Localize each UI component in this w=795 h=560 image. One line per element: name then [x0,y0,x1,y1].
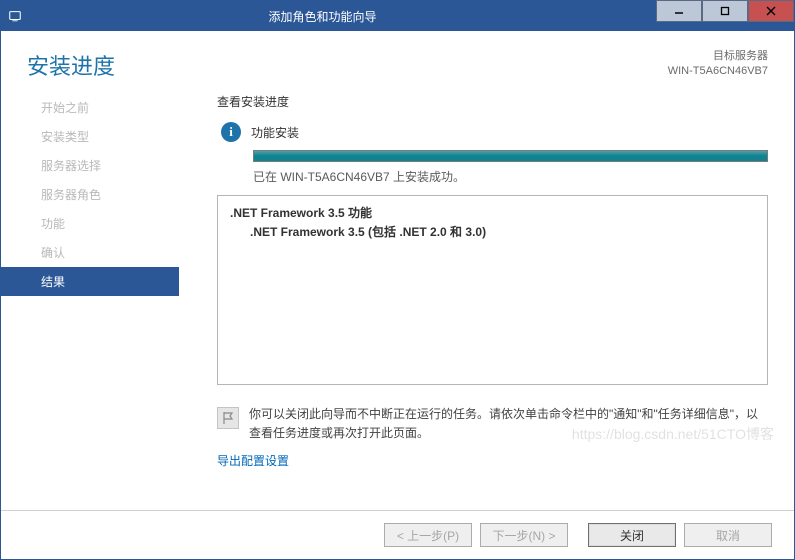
step-features: 功能 [1,209,179,238]
progress-bar [253,150,768,162]
feature-line-1: .NET Framework 3.5 功能 [230,204,755,223]
step-before-begin: 开始之前 [1,93,179,122]
target-label: 目标服务器 [668,49,768,64]
maximize-button[interactable] [702,0,748,22]
app-icon [7,8,23,24]
content-subhead: 查看安装进度 [217,93,768,110]
target-server-name: WIN-T5A6CN46VB7 [668,64,768,79]
step-results[interactable]: 结果 [1,267,179,296]
footer: < 上一步(P) 下一步(N) > 关闭 取消 [1,510,794,559]
previous-button[interactable]: < 上一步(P) [384,523,472,547]
titlebar: 添加角色和功能向导 [1,1,794,31]
window-controls [656,1,794,31]
installed-features-box: .NET Framework 3.5 功能 .NET Framework 3.5… [217,195,768,385]
note-row: 你可以关闭此向导而不中断正在运行的任务。请依次单击命令栏中的"通知"和"任务详细… [217,405,768,442]
wizard-steps: 开始之前 安装类型 服务器选择 服务器角色 功能 确认 结果 [1,89,179,510]
step-install-type: 安装类型 [1,122,179,151]
install-success-text: 已在 WIN-T5A6CN46VB7 上安装成功。 [253,168,768,185]
content-area: 查看安装进度 i 功能安装 已在 WIN-T5A6CN46VB7 上安装成功。 … [179,89,794,510]
minimize-button[interactable] [656,0,702,22]
flag-icon [217,407,239,429]
install-status-text: 功能安装 [251,124,299,141]
progress-wrap [253,150,768,162]
cancel-button[interactable]: 取消 [684,523,772,547]
window-title: 添加角色和功能向导 [29,8,656,25]
page-heading: 安装进度 [27,49,115,81]
wizard-window: 添加角色和功能向导 安装进度 目标服务器 WIN-T5A6CN46VB7 开始之… [0,0,795,560]
feature-line-2: .NET Framework 3.5 (包括 .NET 2.0 和 3.0) [230,223,755,242]
step-server-selection: 服务器选择 [1,151,179,180]
next-button[interactable]: 下一步(N) > [480,523,568,547]
step-server-roles: 服务器角色 [1,180,179,209]
install-status-row: i 功能安装 [221,122,768,142]
close-wizard-button[interactable]: 关闭 [588,523,676,547]
header: 安装进度 目标服务器 WIN-T5A6CN46VB7 [1,31,794,89]
body: 开始之前 安装类型 服务器选择 服务器角色 功能 确认 结果 查看安装进度 i … [1,89,794,510]
close-button[interactable] [748,0,794,22]
info-icon: i [221,122,241,142]
note-text: 你可以关闭此向导而不中断正在运行的任务。请依次单击命令栏中的"通知"和"任务详细… [249,405,768,442]
step-confirmation: 确认 [1,238,179,267]
target-server-block: 目标服务器 WIN-T5A6CN46VB7 [668,49,768,80]
export-config-link[interactable]: 导出配置设置 [217,452,768,469]
